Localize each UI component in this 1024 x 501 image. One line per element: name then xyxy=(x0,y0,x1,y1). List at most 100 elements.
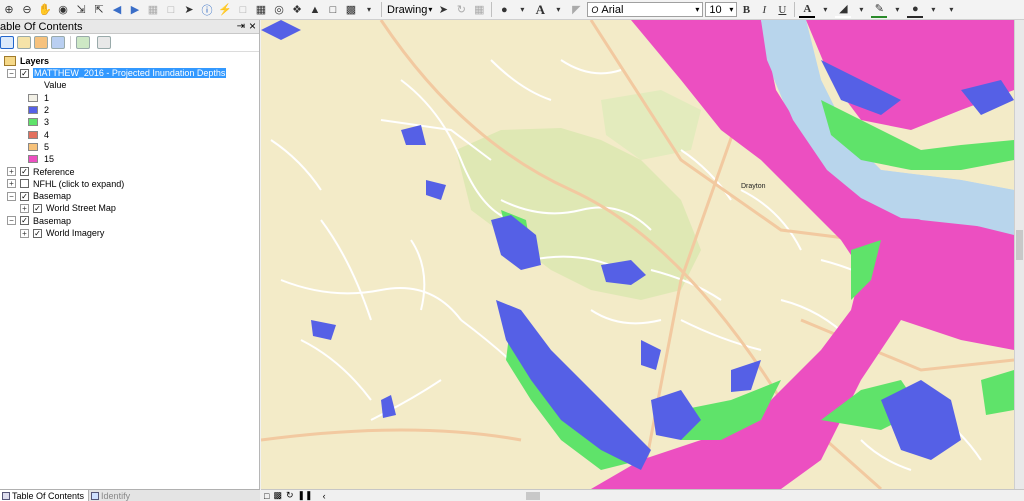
clear-selection-icon[interactable]: □ xyxy=(163,2,179,18)
chevron-down-icon[interactable]: ▾ xyxy=(817,2,833,18)
layout-view-icon[interactable]: □ xyxy=(264,491,269,501)
collapse-minus-icon[interactable]: − xyxy=(7,216,16,226)
layer-row-basemap[interactable]: − ✓ Basemap xyxy=(0,190,259,202)
list-by-visibility-icon[interactable] xyxy=(34,36,48,49)
hyperlink-icon[interactable]: ⚡ xyxy=(217,2,233,18)
layer-checkbox[interactable]: ✓ xyxy=(33,228,42,238)
expand-plus-icon[interactable]: + xyxy=(20,203,29,213)
refresh-icon[interactable]: ↻ xyxy=(286,490,294,501)
back-arrow-icon[interactable]: ◀ xyxy=(109,2,125,18)
layer-row-world-street-map[interactable]: + ✓ World Street Map xyxy=(0,202,259,214)
forward-arrow-icon[interactable]: ▶ xyxy=(127,2,143,18)
line-color-pen-icon[interactable]: ✎ xyxy=(871,2,888,18)
goto-xy-icon[interactable]: ▲ xyxy=(307,2,323,18)
create-viewer-icon[interactable]: ▩ xyxy=(343,2,359,18)
list-by-selection-icon[interactable] xyxy=(51,36,65,49)
chevron-down-icon[interactable]: ▾ xyxy=(550,2,566,18)
map-canvas[interactable]: Drayton xyxy=(261,20,1014,489)
expand-plus-icon[interactable]: + xyxy=(20,228,29,238)
font-size-select[interactable]: 10 ▾ xyxy=(705,2,738,17)
expand-plus-icon[interactable]: + xyxy=(7,167,16,177)
layer-checkbox[interactable]: ✓ xyxy=(33,203,42,213)
select-pointer-icon[interactable]: ➤ xyxy=(435,2,451,18)
marker-point-icon[interactable]: ● xyxy=(496,2,512,18)
panel-tabs: Table Of Contents Identify xyxy=(0,489,260,501)
toolbar-options-chevron-icon[interactable]: ▾ xyxy=(361,2,377,18)
find-route-icon[interactable]: ❖ xyxy=(289,2,305,18)
expand-plus-icon[interactable]: + xyxy=(7,179,16,189)
rotate-icon[interactable]: ↻ xyxy=(453,2,469,18)
info-icon[interactable]: ⓘ xyxy=(199,2,215,18)
select-elements-icon[interactable]: ➤ xyxy=(181,2,197,18)
collapse-minus-icon[interactable]: − xyxy=(7,68,16,78)
horizontal-scroll-thumb[interactable] xyxy=(526,492,540,500)
font-name-text: Arial xyxy=(601,3,624,16)
layer-checkbox[interactable]: ✓ xyxy=(20,68,29,78)
collapse-minus-icon[interactable]: − xyxy=(7,191,16,201)
fixed-zoom-out-icon[interactable]: ⇱ xyxy=(91,2,107,18)
layer-label[interactable]: World Imagery xyxy=(46,228,104,238)
pan-hand-icon[interactable]: ✋ xyxy=(37,2,53,18)
layer-row-world-imagery[interactable]: + ✓ World Imagery xyxy=(0,227,259,239)
fixed-zoom-in-icon[interactable]: ⇲ xyxy=(73,2,89,18)
layer-row-basemap-2[interactable]: − ✓ Basemap xyxy=(0,215,259,227)
tab-table-of-contents[interactable]: Table Of Contents xyxy=(0,490,90,501)
scroll-thumb[interactable] xyxy=(1016,230,1023,260)
layer-label[interactable]: World Street Map xyxy=(46,203,116,213)
map-status-bar: □ ▩ ↻ ❚❚ ‹ xyxy=(261,489,1024,501)
toc-options-icon[interactable] xyxy=(76,36,90,49)
data-view-icon[interactable]: ▩ xyxy=(273,490,282,501)
underline-button[interactable]: U xyxy=(774,2,790,18)
fill-color-bucket-icon[interactable]: ◢ xyxy=(835,2,852,18)
find-binoculars-icon[interactable]: ◎ xyxy=(271,2,287,18)
toc-options-icon[interactable] xyxy=(97,36,111,49)
font-name-select[interactable]: O Arial ▾ xyxy=(587,2,704,17)
layer-label[interactable]: Reference xyxy=(33,167,75,177)
toolbar-options-chevron-icon[interactable]: ▾ xyxy=(943,2,959,18)
time-slider-icon[interactable]: □ xyxy=(325,2,341,18)
layers-root[interactable]: Layers xyxy=(0,54,259,67)
new-text-icon[interactable]: A xyxy=(532,2,548,18)
layer-row-inundation[interactable]: − ✓ MATTHEW_2016 - Projected Inundation … xyxy=(0,67,259,79)
zoom-out-icon[interactable]: ⊖ xyxy=(19,2,35,18)
italic-button[interactable]: I xyxy=(756,2,772,18)
legend-label: 4 xyxy=(44,129,50,140)
drawing-menu[interactable]: Drawing ▾ xyxy=(387,4,432,16)
toc-sep xyxy=(70,36,71,49)
legend-label: 15 xyxy=(44,154,55,165)
zoom-to-elements-icon[interactable]: ▦ xyxy=(471,2,487,18)
html-popup-icon[interactable]: □ xyxy=(235,2,251,18)
layer-checkbox[interactable]: ✓ xyxy=(20,216,29,226)
chevron-down-icon[interactable]: ▾ xyxy=(853,2,869,18)
layer-label[interactable]: Basemap xyxy=(33,216,71,226)
chevron-down-icon[interactable]: ▾ xyxy=(514,2,530,18)
scroll-left-icon[interactable]: ‹ xyxy=(323,491,326,501)
chevron-down-icon[interactable]: ▾ xyxy=(889,2,905,18)
close-icon[interactable]: × xyxy=(249,20,256,32)
edit-vertices-icon[interactable]: ◤ xyxy=(568,2,584,18)
chevron-down-icon[interactable]: ▾ xyxy=(925,2,941,18)
tab-identify[interactable]: Identify xyxy=(89,490,134,501)
list-by-drawing-order-icon[interactable] xyxy=(0,36,14,49)
layer-row-nfhl[interactable]: + NFHL (click to expand) xyxy=(0,178,259,190)
bold-button[interactable]: B xyxy=(738,2,754,18)
map-view[interactable]: Drayton xyxy=(261,20,1014,489)
marker-color-icon[interactable]: ● xyxy=(907,2,924,18)
map-vertical-scrollbar[interactable] xyxy=(1014,20,1024,489)
layer-checkbox[interactable]: ✓ xyxy=(20,191,29,201)
font-size-value: 10 xyxy=(709,3,722,16)
layer-label[interactable]: NFHL (click to expand) xyxy=(33,179,124,189)
select-features-icon[interactable]: ▦ xyxy=(145,2,161,18)
pause-drawing-icon[interactable]: ❚❚ xyxy=(298,490,313,501)
layer-label[interactable]: Basemap xyxy=(33,191,71,201)
globe-icon[interactable]: ◉ xyxy=(55,2,71,18)
zoom-in-icon[interactable]: ⊕ xyxy=(1,2,17,18)
layer-label[interactable]: MATTHEW_2016 - Projected Inundation Dept… xyxy=(33,68,227,79)
layer-checkbox[interactable]: ✓ xyxy=(20,167,29,177)
measure-icon[interactable]: ▦ xyxy=(253,2,269,18)
pin-icon[interactable]: ⇥ xyxy=(237,21,245,32)
font-color-button[interactable]: A xyxy=(799,2,816,18)
layer-row-reference[interactable]: + ✓ Reference xyxy=(0,165,259,177)
list-by-source-icon[interactable] xyxy=(17,36,31,49)
layer-checkbox[interactable] xyxy=(20,179,29,189)
